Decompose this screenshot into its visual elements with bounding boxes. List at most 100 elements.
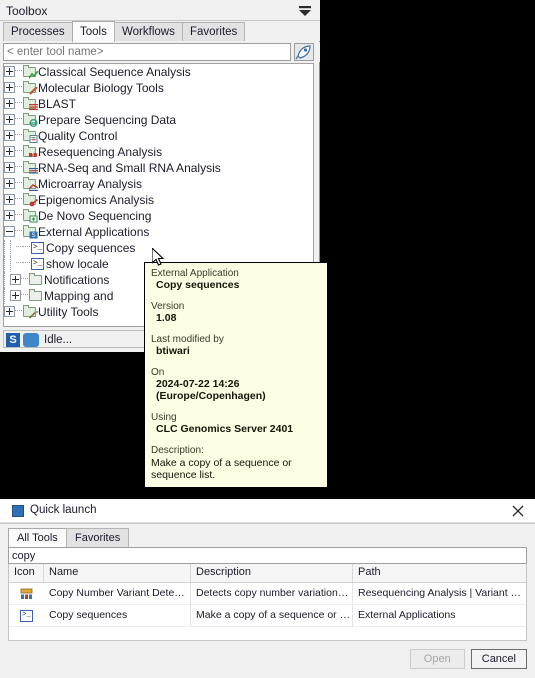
folder-pencil-icon [22, 80, 38, 95]
expander-icon[interactable] [4, 130, 15, 142]
folder-script-icon: S [22, 224, 38, 239]
cloud-icon [23, 333, 39, 347]
expander-icon[interactable] [4, 178, 15, 190]
tooltip-version-label: Version [151, 301, 185, 312]
folder-denovo-icon [22, 208, 38, 223]
tree-item-molecular-biology-tools[interactable]: Molecular Biology Tools [4, 80, 313, 96]
column-header-path[interactable]: Path [353, 564, 526, 582]
tab-favorites[interactable]: Favorites [182, 22, 246, 41]
folder-tools-icon [22, 304, 38, 319]
expander-icon[interactable] [10, 290, 21, 302]
tree-item-label: Mapping and [44, 289, 114, 304]
toolbox-title: Toolbox [6, 4, 48, 18]
tree-item-label: RNA-Seq and Small RNA Analysis [38, 161, 221, 176]
table-header-row: Icon Name Description Path [9, 564, 526, 583]
folder-chart-icon [22, 64, 38, 79]
dialog-body: All Tools Favorites Icon Name Descriptio… [0, 523, 535, 678]
open-button[interactable]: Open [409, 649, 465, 669]
expander-icon[interactable] [4, 210, 15, 222]
tree-item-label: BLAST [38, 97, 77, 112]
status-text: Idle... [44, 334, 73, 346]
tooltip-modified-value: btiwari [156, 345, 190, 357]
tree-item-label: Classical Sequence Analysis [38, 65, 191, 80]
tree-item-resequencing-analysis[interactable]: Resequencing Analysis [4, 144, 313, 160]
tooltip-modified-label: Last modified by [151, 334, 224, 345]
column-header-description[interactable]: Description [191, 564, 353, 582]
tab-all-tools[interactable]: All Tools [8, 528, 67, 547]
folder-plain-icon [28, 288, 44, 303]
toolbox-header: Toolbox [0, 0, 320, 21]
cell-path: Resequencing Analysis | Variant Detectio… [358, 587, 526, 599]
tooltip-description-value: Make a copy of a sequence or sequence li… [151, 457, 292, 481]
tools-results-table: Icon Name Description Path Copy Number V… [8, 564, 527, 641]
tool-name-search-input[interactable] [3, 43, 291, 61]
expander-icon[interactable] [4, 66, 15, 78]
tooltip-kind: External Application Copy sequences [151, 268, 321, 291]
tooltip-using: Using CLC Genomics Server 2401 [151, 412, 321, 435]
cell-name: Copy sequences [44, 605, 191, 626]
toolbox-search-row [0, 42, 320, 62]
cell-name: Copy Number Variant Detection (CNVs) [44, 583, 191, 604]
folder-align-icon [22, 96, 38, 111]
table-row[interactable]: >_ Copy sequences Make a copy of a seque… [9, 605, 526, 627]
cell-description: Detects copy number variations in target… [191, 583, 353, 604]
tree-item-de-novo-sequencing[interactable]: De Novo Sequencing [4, 208, 313, 224]
tooltip-version-value: 1.08 [156, 312, 177, 324]
tree-item-label: Microarray Analysis [38, 177, 143, 192]
expander-icon[interactable] [4, 98, 15, 110]
tree-item-microarray-analysis[interactable]: Microarray Analysis [4, 176, 313, 192]
rocket-icon[interactable] [294, 43, 314, 61]
tree-item-rna-seq-and-small-rna-analysis[interactable]: RNA-Seq and Small RNA Analysis [4, 160, 313, 176]
folder-circle-icon [22, 112, 38, 127]
column-header-name[interactable]: Name [44, 564, 191, 582]
cnv-tool-icon [9, 583, 44, 604]
tree-item-blast[interactable]: BLAST [4, 96, 313, 112]
tab-tools[interactable]: Tools [72, 21, 115, 42]
tree-item-label: Copy sequences [46, 241, 136, 256]
tree-item-label: Resequencing Analysis [38, 145, 163, 160]
tree-item-label: show locale [46, 257, 109, 272]
dialog-title: Quick launch [30, 504, 97, 516]
collapse-expander-icon[interactable] [4, 226, 15, 238]
dialog-button-row: Open Cancel [409, 649, 527, 669]
tab-processes[interactable]: Processes [3, 22, 73, 41]
minimize-triangle-icon[interactable] [298, 5, 312, 17]
app-icon [12, 505, 24, 517]
cancel-button[interactable]: Cancel [470, 649, 527, 669]
folder-reads-icon [22, 144, 38, 159]
tree-item-prepare-sequencing-data[interactable]: Prepare Sequencing Data [4, 112, 313, 128]
table-row[interactable]: Copy Number Variant Detection (CNVs) Det… [9, 583, 526, 605]
tooltip-using-value: CLC Genomics Server 2401 [156, 423, 294, 435]
tree-item-label: Utility Tools [38, 305, 99, 320]
expander-icon[interactable] [4, 114, 15, 126]
tooltip-kind-label: External Application [151, 268, 239, 279]
expander-icon[interactable] [4, 146, 15, 158]
tree-item-epigenomics-analysis[interactable]: Epigenomics Analysis [4, 192, 313, 208]
column-header-icon[interactable]: Icon [9, 564, 44, 582]
folder-plain-icon [28, 272, 44, 287]
expander-icon[interactable] [4, 194, 15, 206]
tooltip-kind-value: Copy sequences [156, 279, 240, 291]
tree-item-label: External Applications [38, 225, 150, 240]
console-icon: >_ [9, 605, 44, 626]
tree-item-label: Quality Control [38, 129, 118, 144]
tab-workflows[interactable]: Workflows [114, 22, 183, 41]
quick-launch-search-input[interactable] [8, 547, 527, 564]
tooltip-on: On 2024-07-22 14:26 (Europe/Copenhagen) [151, 367, 321, 402]
svg-text:S: S [31, 233, 35, 239]
expander-icon[interactable] [10, 274, 21, 286]
quick-launch-dialog: Quick launch All Tools Favorites Icon Na… [0, 499, 535, 678]
tree-item-label: Epigenomics Analysis [38, 193, 155, 208]
tree-item-external-applications[interactable]: S External Applications [4, 224, 313, 240]
tree-item-quality-control[interactable]: Quality Control [4, 128, 313, 144]
expander-icon[interactable] [4, 162, 15, 174]
tab-favorites[interactable]: Favorites [66, 528, 130, 547]
tree-item-copy-sequences[interactable]: >_ Copy sequences [4, 240, 313, 257]
folder-rna-icon [22, 160, 38, 175]
cell-path: External Applications [358, 609, 456, 621]
expander-icon[interactable] [4, 82, 15, 94]
tree-item-label: Notifications [44, 273, 110, 288]
tree-item-classical-sequence-analysis[interactable]: Classical Sequence Analysis [4, 64, 313, 80]
close-icon[interactable] [511, 504, 525, 518]
expander-icon[interactable] [4, 306, 15, 318]
